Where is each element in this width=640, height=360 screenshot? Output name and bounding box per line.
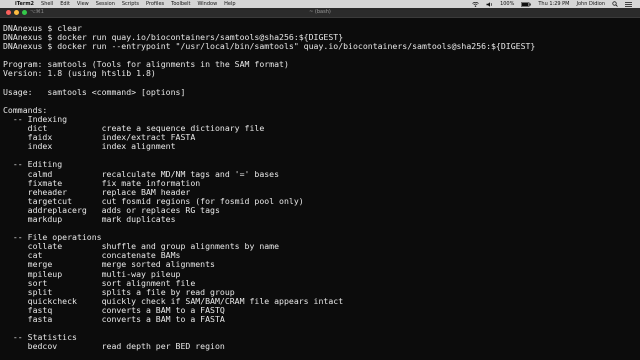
terminal-line: targetcut cut fosmid regions (for fosmid… bbox=[3, 196, 304, 206]
terminal-line: Version: 1.8 (using htslib 1.8) bbox=[3, 69, 156, 79]
menu-clock[interactable]: Thu 1:29 PM bbox=[538, 1, 569, 7]
terminal-line: mpileup multi-way pileup bbox=[3, 269, 181, 279]
window-title-bar: ⌥⌘1 ~ (bash) bbox=[0, 8, 640, 18]
menu-item-iterm2[interactable]: iTerm2 bbox=[15, 1, 34, 7]
terminal-line: bedcov read depth per BED region bbox=[3, 342, 225, 352]
terminal-line: reheader replace BAM header bbox=[3, 187, 191, 197]
terminal-line: DNAnexus $ clear bbox=[3, 24, 82, 33]
terminal-line: split splits a file by read group bbox=[3, 287, 235, 297]
menu-item-shell[interactable]: Shell bbox=[41, 1, 53, 7]
terminal-line: cat concatenate BAMs bbox=[3, 251, 181, 261]
terminal-line: -- File operations bbox=[3, 233, 102, 243]
terminal-line: -- Statistics bbox=[3, 333, 77, 343]
menu-item-toolbelt[interactable]: Toolbelt bbox=[171, 1, 190, 7]
menu-bar-left: iTerm2 Shell Edit View Session Scripts P… bbox=[0, 1, 236, 7]
terminal-line: quickcheck quickly check if SAM/BAM/CRAM… bbox=[3, 296, 344, 306]
terminal-line: calmd recalculate MD/NM tags and '=' bas… bbox=[3, 169, 280, 179]
window-title: ~ (bash) bbox=[309, 9, 331, 15]
menu-item-session[interactable]: Session bbox=[96, 1, 115, 7]
search-icon[interactable] bbox=[612, 1, 618, 7]
menu-item-scripts[interactable]: Scripts bbox=[122, 1, 139, 7]
terminal-line: sort sort alignment file bbox=[3, 278, 196, 288]
terminal-line: index index alignment bbox=[3, 142, 176, 152]
terminal-line: fixmate fix mate information bbox=[3, 178, 201, 188]
volume-icon[interactable] bbox=[486, 1, 493, 7]
terminal-line: faidx index/extract FASTA bbox=[3, 133, 196, 143]
battery-icon[interactable] bbox=[521, 1, 532, 7]
terminal-line: Commands: bbox=[3, 105, 48, 115]
wifi-icon[interactable] bbox=[472, 1, 479, 7]
menu-bar: iTerm2 Shell Edit View Session Scripts P… bbox=[0, 0, 640, 8]
menu-item-edit[interactable]: Edit bbox=[60, 1, 70, 7]
terminal-line: collate shuffle and group alignments by … bbox=[3, 242, 280, 252]
terminal-line: -- Editing bbox=[3, 160, 63, 170]
menu-item-window[interactable]: Window bbox=[197, 1, 217, 7]
terminal-line: dict create a sequence dictionary file bbox=[3, 124, 265, 134]
terminal-line: fastq converts a BAM to a FASTQ bbox=[3, 305, 225, 315]
terminal-line: Usage: samtools <command> [options] bbox=[3, 87, 186, 97]
menu-item-profiles[interactable]: Profiles bbox=[146, 1, 164, 7]
notification-center-icon[interactable] bbox=[625, 1, 632, 7]
terminal-line: markdup mark duplicates bbox=[3, 214, 176, 224]
menu-item-view[interactable]: View bbox=[77, 1, 89, 7]
terminal-line: DNAnexus $ docker run quay.io/biocontain… bbox=[3, 33, 344, 43]
terminal-line: DNAnexus $ docker run --entrypoint "/usr… bbox=[3, 42, 536, 52]
terminal-line: Program: samtools (Tools for alignments … bbox=[3, 60, 289, 70]
terminal-line: addreplacerg adds or replaces RG tags bbox=[3, 205, 220, 215]
terminal-line: -- Indexing bbox=[3, 114, 68, 124]
terminal-line: merge merge sorted alignments bbox=[3, 260, 215, 270]
terminal-line: fasta converts a BAM to a FASTA bbox=[3, 315, 225, 324]
menu-item-help[interactable]: Help bbox=[224, 1, 235, 7]
battery-percent: 100% bbox=[500, 1, 515, 7]
menu-bar-status: 100% Thu 1:29 PM John Didion bbox=[472, 1, 640, 7]
terminal-output[interactable]: DNAnexus $ clear DNAnexus $ docker run qu… bbox=[0, 18, 640, 360]
menu-user-name[interactable]: John Didion bbox=[577, 1, 606, 7]
